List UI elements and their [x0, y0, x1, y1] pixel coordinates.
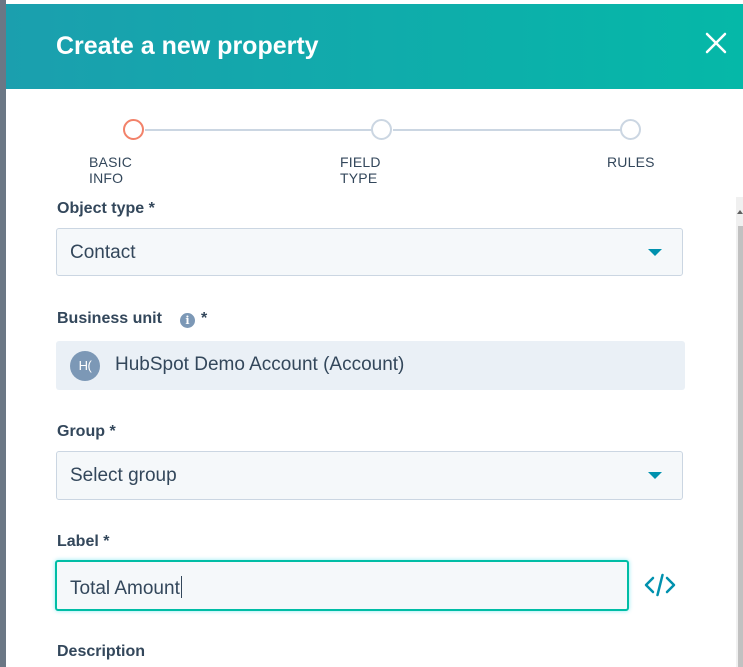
- description-label: Description: [57, 643, 146, 660]
- step-label-basic-info: BASIC INFO: [89, 154, 133, 186]
- object-type-value: Contact: [70, 242, 136, 263]
- step-label-field-type: FIELD TYPE: [340, 154, 381, 186]
- business-unit-label: Business unit: [57, 310, 162, 328]
- label-input-value: Total Amount: [70, 576, 182, 600]
- label-field-label: Label *: [57, 533, 110, 550]
- avatar: H(: [70, 351, 100, 381]
- close-button[interactable]: [703, 30, 729, 56]
- step-indicator-rules: [620, 119, 641, 140]
- group-label: Group *: [57, 423, 116, 440]
- group-placeholder: Select group: [70, 465, 177, 486]
- object-type-select[interactable]: Contact: [56, 228, 683, 276]
- step-connector: [393, 129, 621, 131]
- business-unit-label-text: Business unit: [57, 310, 162, 327]
- step-indicator-field-type: [371, 119, 392, 140]
- step-label-rules: RULES: [607, 154, 655, 170]
- group-select[interactable]: Select group: [56, 451, 683, 500]
- scroll-up-icon[interactable]: [737, 210, 743, 214]
- background-panel-edge: [0, 0, 6, 667]
- label-input-text: Total Amount: [70, 578, 180, 599]
- chevron-down-icon: [648, 472, 662, 479]
- dialog-header: Create a new property: [6, 4, 743, 89]
- dialog-title: Create a new property: [56, 32, 319, 60]
- info-icon[interactable]: i: [180, 313, 195, 328]
- chevron-down-icon: [648, 249, 662, 256]
- text-cursor: [180, 576, 182, 598]
- insert-token-button[interactable]: [644, 572, 676, 598]
- close-icon: [705, 32, 727, 54]
- label-input[interactable]: Total Amount: [55, 560, 629, 611]
- step-connector: [145, 129, 372, 131]
- code-icon: [644, 573, 676, 597]
- object-type-label: Object type *: [57, 200, 155, 217]
- required-mark: *: [201, 310, 208, 327]
- step-indicator-basic-info: [123, 119, 144, 140]
- business-unit-value: HubSpot Demo Account (Account): [115, 354, 405, 375]
- business-unit-field: H( HubSpot Demo Account (Account): [56, 341, 685, 390]
- scrollbar-thumb[interactable]: [738, 226, 743, 667]
